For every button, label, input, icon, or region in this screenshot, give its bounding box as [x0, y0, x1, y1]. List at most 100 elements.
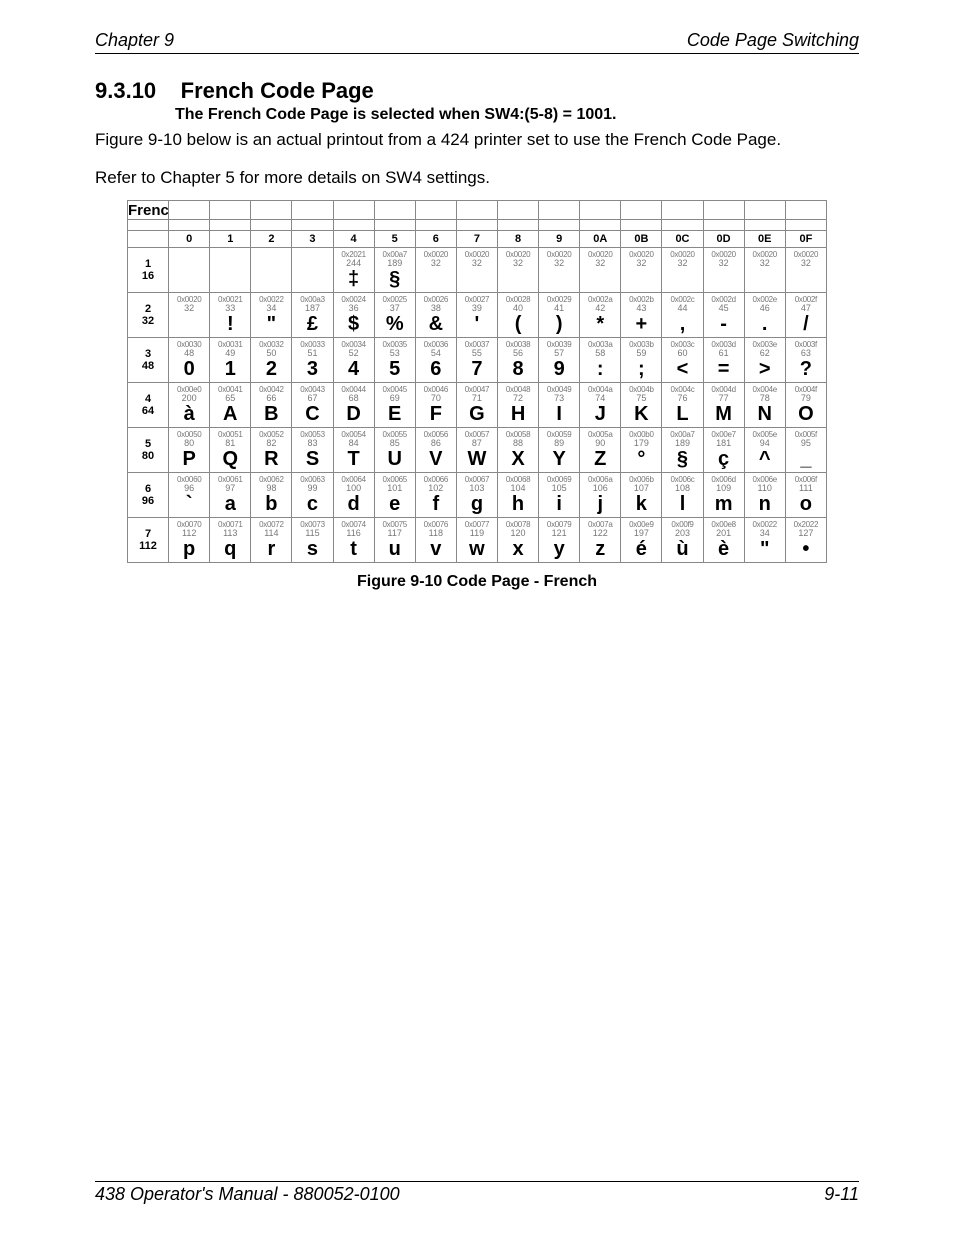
empty-cell	[169, 248, 210, 293]
cell-glyph	[662, 269, 702, 289]
code-cell: 0x002032	[169, 293, 210, 338]
code-cell: 0x002032	[539, 248, 580, 293]
code-cell: 0x0030480	[169, 338, 210, 383]
cell-glyph: =	[704, 359, 744, 379]
code-cell: 0x0034524	[333, 338, 374, 383]
code-cell: 0x005585U	[374, 428, 415, 473]
code-cell: 0x0071113q	[210, 518, 251, 563]
cell-glyph: v	[416, 539, 456, 559]
cell-glyph: §	[662, 449, 702, 469]
blank-cell	[374, 201, 415, 220]
cell-glyph: °	[621, 449, 661, 469]
column-header: 0B	[621, 231, 662, 248]
cell-glyph: à	[169, 404, 209, 424]
cell-glyph: b	[251, 494, 291, 514]
cell-glyph: n	[745, 494, 785, 514]
cell-glyph: H	[498, 404, 538, 424]
blank-cell	[292, 220, 333, 231]
code-cell: 0x006c108l	[662, 473, 703, 518]
code-cell: 0x004266B	[251, 383, 292, 428]
code-cell: 0x002840(	[497, 293, 538, 338]
code-cell: 0x005181Q	[210, 428, 251, 473]
cell-glyph: a	[210, 494, 250, 514]
code-cell: 0x0066102f	[415, 473, 456, 518]
cell-glyph: §	[375, 269, 415, 289]
cell-glyph: z	[580, 539, 620, 559]
code-cell: 0x00b0179°	[621, 428, 662, 473]
code-cell: 0x004468D	[333, 383, 374, 428]
column-header: 0E	[744, 231, 785, 248]
blank-cell	[456, 220, 497, 231]
cell-glyph: ‡	[334, 269, 374, 289]
column-header: 0F	[785, 231, 826, 248]
cell-glyph	[621, 269, 661, 289]
cell-glyph: 8	[498, 359, 538, 379]
section-number: 9.3.10	[95, 78, 156, 103]
code-cell: 0x006e110n	[744, 473, 785, 518]
code-cell: 0x002234"	[744, 518, 785, 563]
blank-cell	[580, 220, 621, 231]
code-cell: 0x0031491	[210, 338, 251, 383]
cell-glyph: q	[210, 539, 250, 559]
code-cell: 0x0077119w	[456, 518, 497, 563]
column-header: 8	[497, 231, 538, 248]
code-cell: 0x002032	[621, 248, 662, 293]
column-header: 0	[169, 231, 210, 248]
code-cell: 0x006399c	[292, 473, 333, 518]
blank-cell	[785, 220, 826, 231]
code-cell: 0x002436$	[333, 293, 374, 338]
cell-glyph	[786, 269, 826, 289]
cell-glyph: ;	[621, 359, 661, 379]
row-header: 696	[128, 473, 169, 518]
code-cell: 0x0076118v	[415, 518, 456, 563]
cell-glyph: K	[621, 404, 661, 424]
code-cell: 0x004973I	[539, 383, 580, 428]
code-cell: 0x002032	[703, 248, 744, 293]
code-cell: 0x005686V	[415, 428, 456, 473]
cell-glyph: £	[292, 314, 332, 334]
code-cell: 0x0067103g	[456, 473, 497, 518]
cell-glyph: 2	[251, 359, 291, 379]
code-cell: 0x002032	[456, 248, 497, 293]
cell-glyph: &	[416, 314, 456, 334]
cell-glyph: W	[457, 449, 497, 469]
code-cell: 0x006f111o	[785, 473, 826, 518]
section-title: French Code Page	[181, 78, 374, 103]
blank-cell	[415, 220, 456, 231]
cell-glyph: G	[457, 404, 497, 424]
blank-cell	[744, 201, 785, 220]
cell-glyph	[416, 269, 456, 289]
cell-glyph: N	[745, 404, 785, 424]
cell-glyph: 3	[292, 359, 332, 379]
code-cell: 0x0069105i	[539, 473, 580, 518]
code-cell: 0x00a7189§	[662, 428, 703, 473]
cell-glyph: ^	[745, 449, 785, 469]
code-cell: 0x004771G	[456, 383, 497, 428]
cell-glyph: .	[745, 314, 785, 334]
blank-cell	[497, 201, 538, 220]
cell-glyph: O	[786, 404, 826, 424]
cell-glyph: 5	[375, 359, 415, 379]
code-cell: 0x002032	[785, 248, 826, 293]
row-header: 348	[128, 338, 169, 383]
column-header: 1	[210, 231, 251, 248]
code-cell: 0x005e94^	[744, 428, 785, 473]
cell-glyph: :	[580, 359, 620, 379]
figure-caption: Figure 9-10 Code Page - French	[127, 573, 827, 591]
code-cell: 0x004367C	[292, 383, 333, 428]
blank-cell	[744, 220, 785, 231]
cell-glyph: R	[251, 449, 291, 469]
code-cell: 0x003b59;	[621, 338, 662, 383]
blank-cell	[539, 220, 580, 231]
code-cell: 0x2021244‡	[333, 248, 374, 293]
column-header: 5	[374, 231, 415, 248]
cell-glyph: Y	[539, 449, 579, 469]
cell-glyph: -	[704, 314, 744, 334]
empty-cell	[251, 248, 292, 293]
blank-cell	[580, 201, 621, 220]
code-cell: 0x007a122z	[580, 518, 621, 563]
figure-codepage: French01234567890A0B0C0D0E0F1160x2021244…	[127, 200, 827, 591]
cell-glyph: u	[375, 539, 415, 559]
code-cell: 0x003f63?	[785, 338, 826, 383]
page-footer: 438 Operator's Manual - 880052-0100 9-11	[95, 1181, 859, 1205]
